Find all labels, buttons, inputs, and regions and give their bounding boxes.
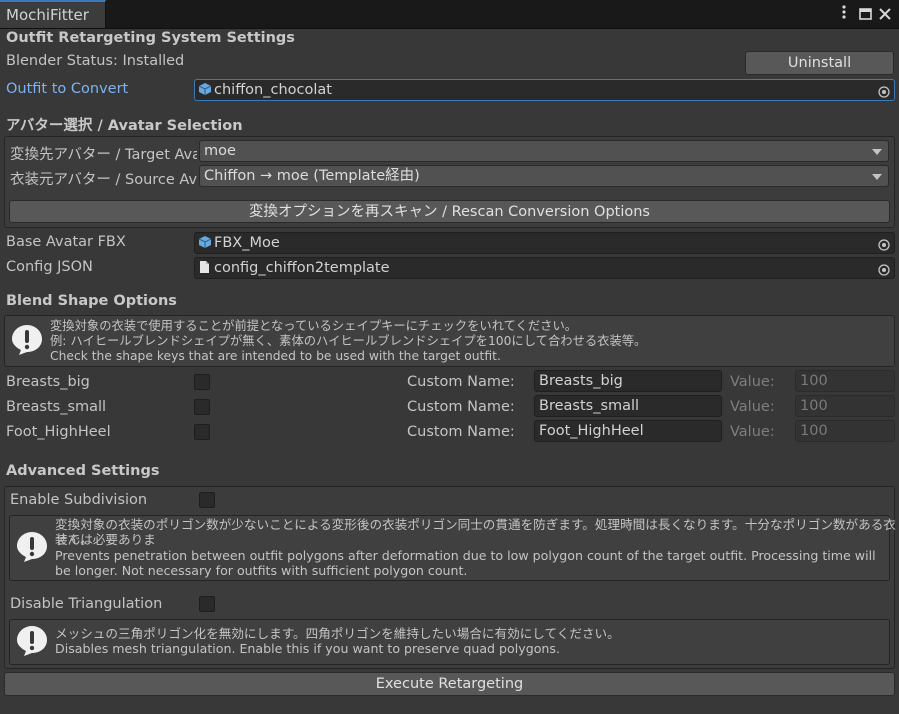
model-icon (198, 234, 212, 248)
triangulation-help-line-1: メッシュの三角ポリゴン化を無効にします。四角ポリゴンを維持したい場合に有効にして… (55, 626, 620, 641)
custom-name-input[interactable]: Breasts_small (534, 395, 722, 417)
blend-shape-checkbox[interactable] (194, 424, 210, 440)
subdivision-label: Enable Subdivision (10, 492, 148, 508)
document-icon (199, 259, 211, 273)
rescan-button[interactable]: 変換オプションを再スキャン / Rescan Conversion Option… (9, 200, 890, 223)
chevron-down-icon (872, 174, 882, 180)
close-icon[interactable] (879, 6, 891, 24)
target-avatar-value: moe (204, 143, 236, 159)
triangulation-label: Disable Triangulation (10, 596, 163, 612)
outfit-object-field[interactable]: chiffon_chocolat (194, 79, 895, 101)
subdivision-help-line-2: せん。 (55, 532, 93, 547)
kebab-menu-icon[interactable] (840, 4, 848, 24)
config-json-value: config_chiffon2template (214, 260, 390, 276)
subdivision-help-line-4: be longer. Not necessary for outfits wit… (55, 563, 468, 578)
value-input[interactable]: 100 (795, 395, 895, 417)
advanced-settings-title: Advanced Settings (6, 463, 160, 479)
outfit-label: Outfit to Convert (6, 81, 129, 97)
blend-shape-name: Breasts_big (6, 374, 90, 390)
avatar-selection-title: アバター選択 / Avatar Selection (6, 118, 243, 134)
subdivision-checkbox[interactable] (199, 492, 215, 508)
warning-icon (16, 531, 48, 567)
target-avatar-dropdown[interactable]: moe (199, 140, 889, 162)
window-tab-title: MochiFitter (6, 6, 89, 24)
target-avatar-label: 変換先アバター / Target Avatar (10, 147, 197, 163)
custom-name-label: Custom Name: (407, 399, 515, 415)
window-tab[interactable]: MochiFitter (0, 0, 106, 28)
blend-shape-checkbox[interactable] (194, 374, 210, 390)
blend-shape-name: Foot_HighHeel (6, 424, 111, 440)
maximize-icon[interactable] (859, 6, 872, 24)
base-fbx-value: FBX_Moe (214, 235, 280, 251)
prefab-icon (198, 81, 212, 95)
blender-status: Blender Status: Installed (6, 53, 185, 69)
custom-name-input[interactable]: Breasts_big (534, 370, 722, 392)
base-fbx-field[interactable]: FBX_Moe (194, 232, 895, 254)
blend-shape-name: Breasts_small (6, 399, 107, 415)
blend-shape-help-line-1: 変換対象の衣装で使用することが前提となっているシェイプキーにチェックをいれてくだ… (50, 319, 578, 333)
triangulation-checkbox[interactable] (199, 596, 215, 612)
source-avatar-value: Chiffon → moe (Template経由) (204, 168, 420, 184)
value-label: Value: (730, 424, 775, 440)
blend-shape-help-line-2: 例: ハイヒールブレンドシェイプが無く、素体のハイヒールブレンドシェイプを100… (50, 334, 647, 348)
blend-shape-help-line-3: Check the shape keys that are intended t… (50, 349, 501, 363)
value-label: Value: (730, 399, 775, 415)
object-picker-icon[interactable] (878, 262, 890, 276)
window-tab-bar (0, 0, 899, 29)
source-avatar-dropdown[interactable]: Chiffon → moe (Template経由) (199, 165, 889, 187)
triangulation-help-line-2: Disables mesh triangulation. Enable this… (55, 641, 560, 656)
object-picker-icon[interactable] (878, 84, 890, 98)
value-label: Value: (730, 374, 775, 390)
config-json-field[interactable]: config_chiffon2template (194, 257, 895, 279)
subdivision-help-line-3: Prevents penetration between outfit poly… (55, 548, 876, 563)
config-json-label: Config JSON (6, 259, 93, 275)
warning-icon (16, 625, 48, 661)
object-picker-icon[interactable] (878, 237, 890, 251)
chevron-down-icon (872, 149, 882, 155)
blend-shape-checkbox[interactable] (194, 399, 210, 415)
blend-shape-title: Blend Shape Options (6, 293, 177, 309)
source-avatar-label: 衣装元アバター / Source Avatar (10, 172, 197, 188)
base-fbx-label: Base Avatar FBX (6, 234, 126, 250)
custom-name-input[interactable]: Foot_HighHeel (534, 420, 722, 442)
value-input[interactable]: 100 (795, 370, 895, 392)
subdivision-help-line-1: 変換対象の衣装のポリゴン数が少ないことによる変形後の衣装ポリゴン同士の貫通を防ぎ… (55, 517, 896, 547)
settings-title: Outfit Retargeting System Settings (6, 30, 295, 46)
outfit-value: chiffon_chocolat (214, 82, 332, 98)
value-input[interactable]: 100 (795, 420, 895, 442)
warning-icon (11, 324, 43, 360)
custom-name-label: Custom Name: (407, 374, 515, 390)
execute-retargeting-button[interactable]: Execute Retargeting (4, 672, 895, 696)
uninstall-button[interactable]: Uninstall (745, 51, 894, 75)
custom-name-label: Custom Name: (407, 424, 515, 440)
